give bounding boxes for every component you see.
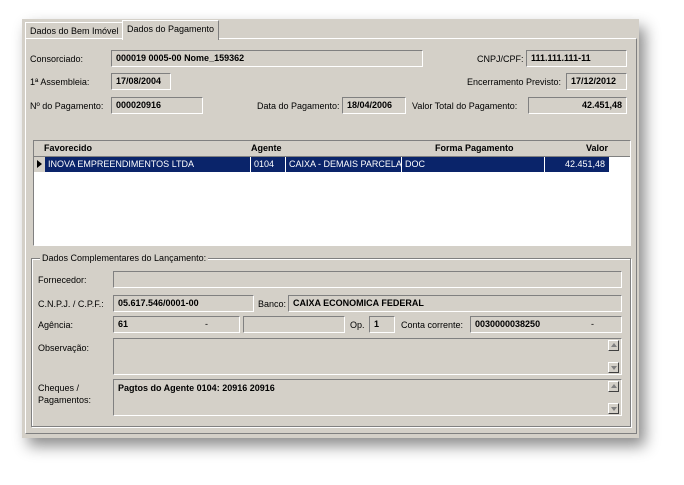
num-pagamento-field[interactable]: 000020916 <box>111 97 203 114</box>
tab-dados-pagamento[interactable]: Dados do Pagamento <box>122 20 220 40</box>
agencia-label: Agência: <box>38 320 74 330</box>
table-row[interactable]: INOVA EMPREENDIMENTOS LTDA 0104 CAIXA - … <box>34 157 630 172</box>
op-field[interactable]: 1 <box>369 316 395 333</box>
cell-favorecido[interactable]: INOVA EMPREENDIMENTOS LTDA <box>45 157 251 172</box>
agencia-extra-field[interactable] <box>243 316 345 333</box>
cell-agente[interactable]: 0104 <box>251 157 286 172</box>
observacao-field[interactable] <box>113 338 622 375</box>
cheques-label-line2: Pagamentos: <box>38 395 92 405</box>
fornecedor-label: Fornecedor: <box>38 275 87 285</box>
agencia-digit: - <box>205 319 208 329</box>
conta-field[interactable]: 0030000038250 - <box>470 316 622 333</box>
data-pagamento-label: Data do Pagamento: <box>257 101 340 111</box>
conta-digit: - <box>591 319 594 329</box>
cheques-scroll-down-icon[interactable] <box>608 403 619 414</box>
dados-complementares-group: Dados Complementares do Lançamento: Forn… <box>31 253 631 427</box>
pagamentos-grid[interactable]: Favorecido Agente Forma Pagamento Valor … <box>33 140 631 246</box>
tab-panel: Consorciado: 000019 0005-00 Nome_159362 … <box>25 38 637 434</box>
conta-value: 0030000038250 <box>475 319 541 329</box>
op-label: Op. <box>350 320 365 330</box>
observacao-label: Observação: <box>38 343 90 353</box>
observacao-scroll-down-icon[interactable] <box>608 362 619 373</box>
payment-window: Dados do Bem Imóvel Dados do Pagamento C… <box>22 19 639 438</box>
encerramento-label: Encerramento Previsto: <box>467 77 562 87</box>
fornecedor-field[interactable] <box>113 271 622 288</box>
cnpj-cpf-label: CNPJ/CPF: <box>477 54 524 64</box>
agencia-value: 61 <box>118 319 129 329</box>
grid-header: Favorecido Agente Forma Pagamento Valor <box>34 141 630 157</box>
cheques-field[interactable]: Pagtos do Agente 0104: 20916 20916 <box>113 379 622 416</box>
assembleia-field[interactable]: 17/08/2004 <box>111 73 171 90</box>
banco-field[interactable]: CAIXA ECONOMICA FEDERAL <box>288 295 622 312</box>
col-valor-header[interactable]: Valor <box>586 143 608 153</box>
encerramento-field[interactable]: 17/12/2012 <box>566 73 627 90</box>
num-pagamento-label: Nº do Pagamento: <box>30 101 104 111</box>
banco-label: Banco: <box>258 299 287 309</box>
group-title: Dados Complementares do Lançamento: <box>40 253 209 263</box>
cell-agente-desc[interactable]: CAIXA - DEMAIS PARCELAS <box>286 157 402 172</box>
valor-total-field[interactable]: 42.451,48 <box>528 97 627 114</box>
col-agente-header[interactable]: Agente <box>251 143 282 153</box>
cheques-label-line1: Cheques / <box>38 383 80 393</box>
assembleia-label: 1ª Assembleia: <box>30 77 90 87</box>
cell-valor[interactable]: 42.451,48 <box>545 157 610 172</box>
cnpj-cpf-compl-field[interactable]: 05.617.546/0001-00 <box>113 295 254 312</box>
cheques-scroll-up-icon[interactable] <box>608 381 619 392</box>
observacao-scroll-up-icon[interactable] <box>608 340 619 351</box>
conta-label: Conta corrente: <box>401 320 464 330</box>
agencia-field[interactable]: 61 - <box>113 316 240 333</box>
col-forma-header[interactable]: Forma Pagamento <box>435 143 514 153</box>
cnpj-cpf-field[interactable]: 111.111.111-11 <box>526 50 627 67</box>
col-favorecido-header[interactable]: Favorecido <box>44 143 92 153</box>
data-pagamento-field[interactable]: 18/04/2006 <box>342 97 406 114</box>
cnpj-cpf-compl-label: C.N.P.J. / C.P.F.: <box>38 299 104 309</box>
consorciado-label: Consorciado: <box>30 54 84 64</box>
cell-forma-pagamento[interactable]: DOC <box>402 157 545 172</box>
consorciado-field[interactable]: 000019 0005-00 Nome_159362 <box>111 50 423 67</box>
valor-total-label: Valor Total do Pagamento: <box>412 101 518 111</box>
